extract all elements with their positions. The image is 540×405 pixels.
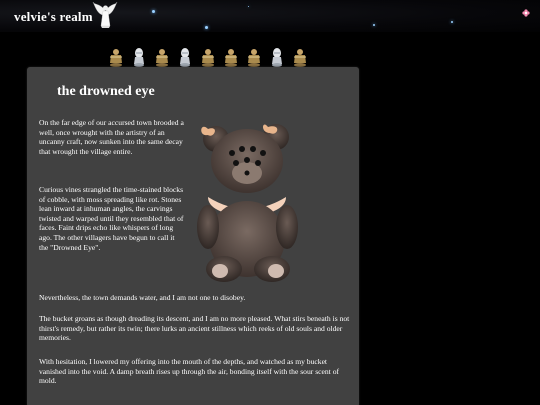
bronze-charm-icon (294, 49, 306, 67)
site-title[interactable]: velvie's realm (14, 9, 93, 25)
article-paragraph: Curious vines strangled the time-stained… (39, 185, 184, 252)
article-paragraph: With hesitation, I lowered my offering i… (39, 357, 340, 386)
article-paragraph: The bucket groans as though dreading its… (39, 314, 350, 343)
silver-charm-icon (134, 48, 144, 67)
star (373, 24, 375, 26)
article-paragraph: Nevertheless, the town demands water, an… (39, 293, 246, 302)
article-paragraph: On the far edge of our accursed town bro… (39, 118, 184, 156)
bronze-charm-icon (248, 49, 260, 67)
silver-charm-icon (180, 48, 190, 67)
silver-charm-icon (272, 48, 282, 67)
charm-row (108, 46, 323, 68)
teddy-bear-image (197, 124, 298, 282)
article-card: the drowned eye On the far edge of our a… (27, 67, 359, 405)
star (248, 6, 249, 7)
bronze-charm-icon (110, 49, 122, 67)
star (451, 21, 453, 23)
bronze-charm-icon (202, 49, 214, 67)
star (152, 10, 155, 13)
article-title: the drowned eye (57, 84, 155, 99)
angel-icon (92, 1, 118, 28)
flower-icon[interactable] (522, 9, 530, 17)
star (205, 26, 208, 29)
bronze-charm-icon (156, 49, 168, 67)
header: velvie's realm home music (0, 0, 540, 32)
bronze-charm-icon (225, 49, 237, 67)
page: velvie's realm home music (0, 0, 540, 405)
